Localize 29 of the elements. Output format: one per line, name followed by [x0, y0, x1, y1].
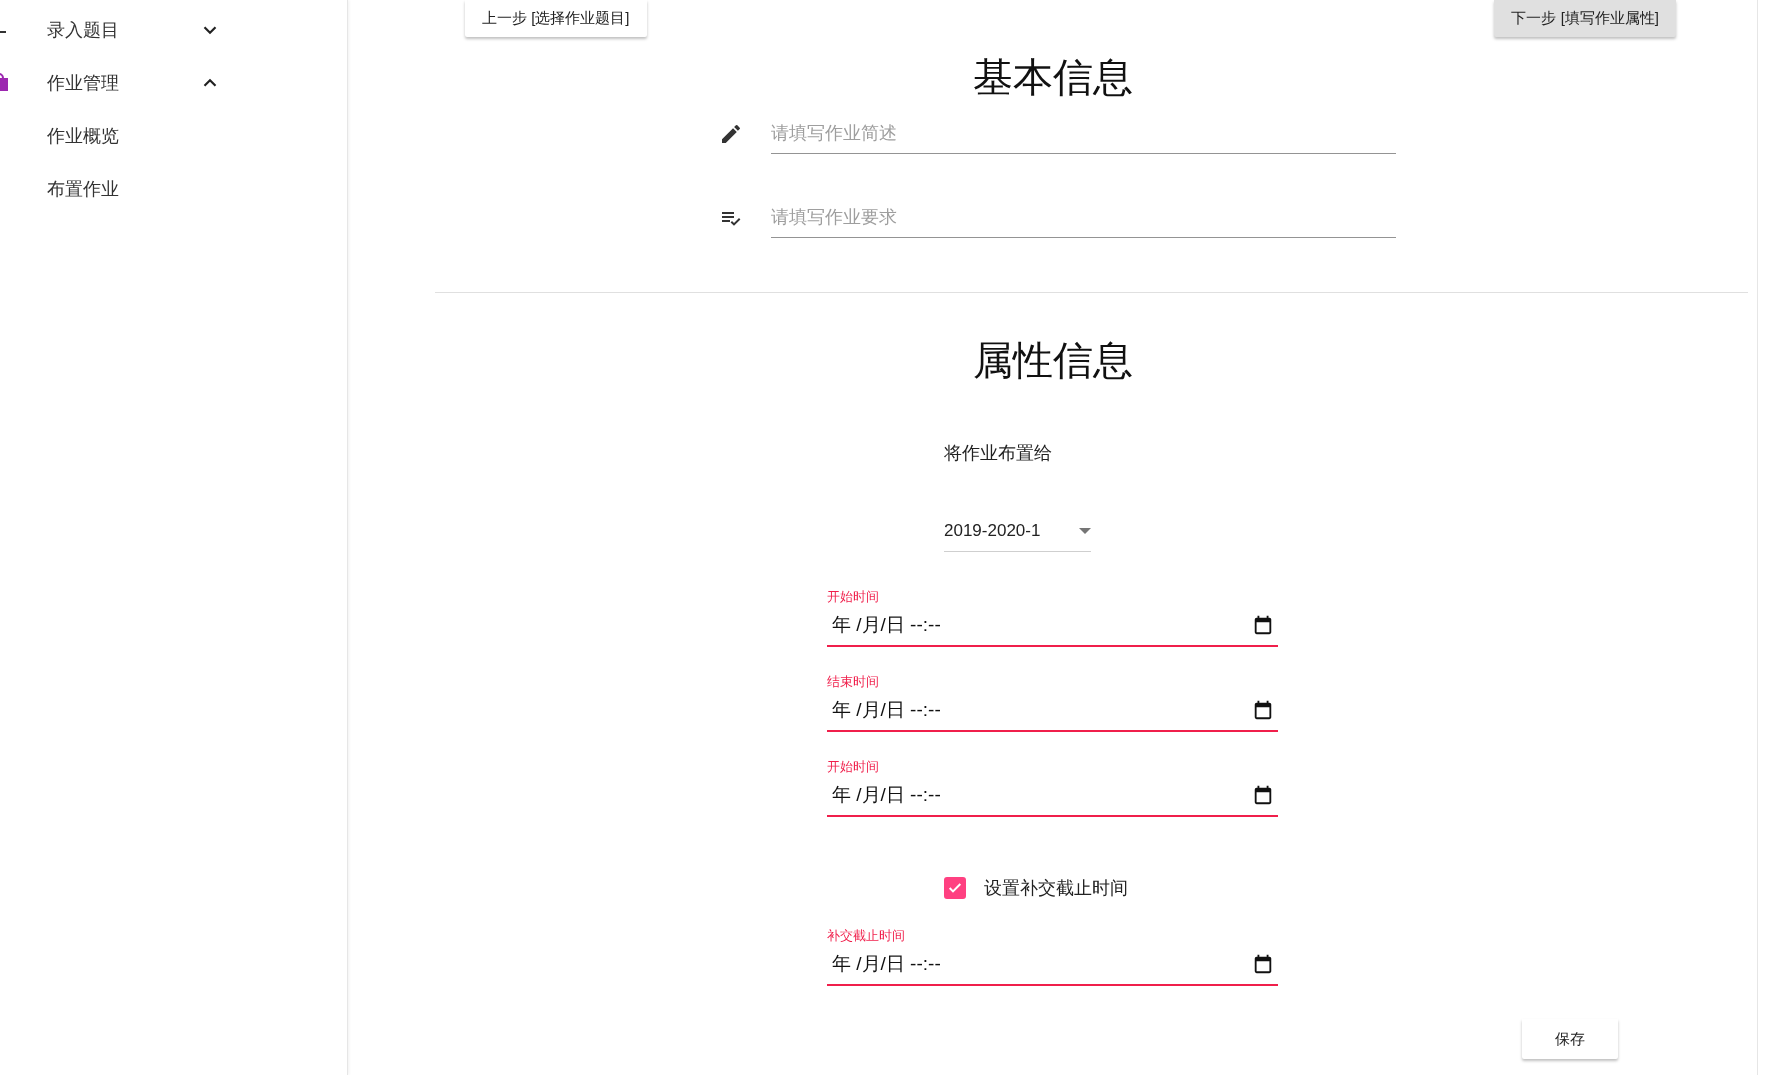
checkbox-label: 设置补交截止时间 — [984, 877, 1128, 900]
sidebar-subitem[interactable]: 布置作业 — [0, 162, 347, 215]
next-step-button[interactable]: 下一步 [填写作业属性] — [1494, 0, 1676, 37]
caret-icon — [1079, 528, 1091, 534]
calendar-icon[interactable] — [1252, 699, 1274, 721]
section-title: 属性信息 — [972, 337, 1133, 384]
date-field-label: 开始时间 — [827, 759, 880, 775]
date-field-label: 结束时间 — [827, 674, 880, 690]
date-field[interactable]: 年 /月/日 --:-- — [827, 775, 1278, 817]
prev-step-button[interactable]: 上一步 [选择作业题目] — [465, 0, 647, 37]
pencil-icon — [719, 122, 743, 146]
class-select[interactable]: 2019-2020-1 — [944, 511, 1091, 552]
sidebar-item[interactable]: 作业管理 — [0, 56, 347, 109]
text-field[interactable]: 请填写作业简述 — [771, 114, 1396, 154]
calendar-icon[interactable] — [1252, 784, 1274, 806]
save-button[interactable]: 保存 — [1522, 1019, 1618, 1059]
section-title: 基本信息 — [972, 54, 1133, 101]
date-field[interactable]: 年 /月/日 --:-- — [827, 690, 1278, 732]
date-field-label: 开始时间 — [827, 589, 880, 605]
checkbox[interactable] — [944, 877, 966, 899]
text-field[interactable]: 请填写作业要求 — [771, 198, 1396, 238]
field-label: 将作业布置给 — [944, 442, 1053, 465]
date-field[interactable]: 年 /月/日 --:-- — [827, 944, 1278, 986]
calendar-icon[interactable] — [1252, 614, 1274, 636]
sidebar-subitem[interactable]: 作业概览 — [0, 109, 347, 162]
date-field[interactable]: 年 /月/日 --:-- — [827, 605, 1278, 647]
sidebar-item[interactable]: 录入题目 — [0, 3, 347, 56]
date-field-label: 补交截止时间 — [827, 928, 906, 944]
calendar-icon[interactable] — [1252, 953, 1274, 975]
